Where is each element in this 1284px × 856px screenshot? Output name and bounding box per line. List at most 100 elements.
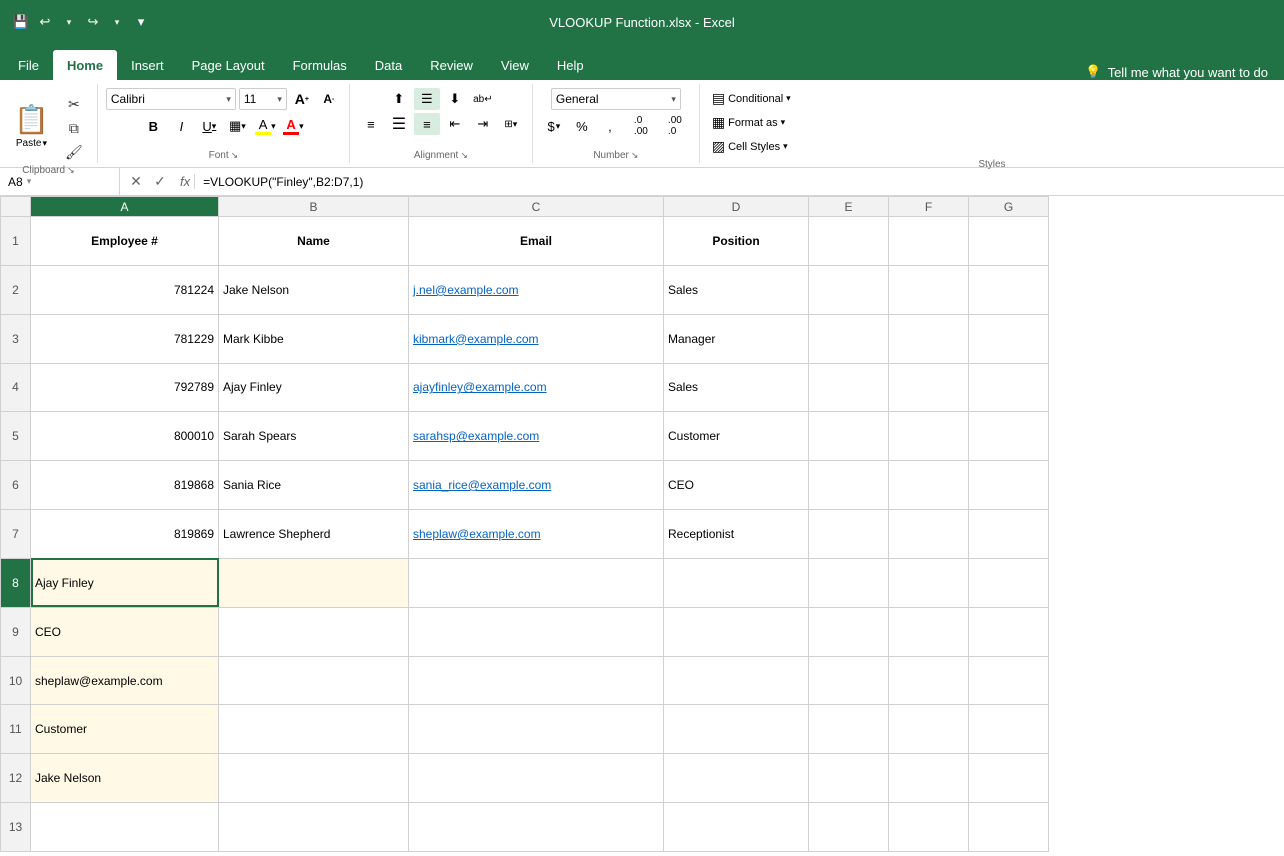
- italic-button[interactable]: I: [168, 115, 194, 137]
- cell-D5[interactable]: Customer: [664, 412, 809, 461]
- paste-button[interactable]: 📋 Paste▾: [8, 99, 55, 153]
- row-num-6[interactable]: 6: [1, 461, 31, 510]
- cell-C3[interactable]: kibmark@example.com: [409, 314, 664, 363]
- font-color-button[interactable]: A ▾: [280, 115, 306, 137]
- cell-B1[interactable]: Name: [219, 217, 409, 266]
- cell-C9[interactable]: [409, 607, 664, 656]
- cell-D8[interactable]: [664, 558, 809, 607]
- cell-D3[interactable]: Manager: [664, 314, 809, 363]
- cell-C11[interactable]: [409, 705, 664, 754]
- cell-E9[interactable]: [809, 607, 889, 656]
- decrease-font-button[interactable]: A-: [317, 88, 341, 110]
- align-top-button[interactable]: ⬆: [386, 88, 412, 110]
- cell-A4[interactable]: 792789: [31, 363, 219, 412]
- row-num-8[interactable]: 8: [1, 558, 31, 607]
- tab-view[interactable]: View: [487, 50, 543, 80]
- cell-E7[interactable]: [809, 510, 889, 559]
- col-header-F[interactable]: F: [889, 197, 969, 217]
- cell-F6[interactable]: [889, 461, 969, 510]
- cell-C8[interactable]: [409, 558, 664, 607]
- cell-D10[interactable]: [664, 656, 809, 705]
- save-icon[interactable]: 💾: [12, 13, 30, 31]
- cell-F7[interactable]: [889, 510, 969, 559]
- cell-A13[interactable]: [31, 803, 219, 852]
- cell-B6[interactable]: Sania Rice: [219, 461, 409, 510]
- cell-C13[interactable]: [409, 803, 664, 852]
- undo-icon[interactable]: ↩: [36, 13, 54, 31]
- align-left-button[interactable]: ≡: [358, 113, 384, 135]
- cell-G9[interactable]: [969, 607, 1049, 656]
- tab-formulas[interactable]: Formulas: [279, 50, 361, 80]
- cell-B8[interactable]: [219, 558, 409, 607]
- tab-review[interactable]: Review: [416, 50, 487, 80]
- font-size-select[interactable]: 11 ▾: [239, 88, 287, 110]
- cell-B11[interactable]: [219, 705, 409, 754]
- font-name-select[interactable]: Calibri ▾: [106, 88, 236, 110]
- row-num-2[interactable]: 2: [1, 265, 31, 314]
- cell-F10[interactable]: [889, 656, 969, 705]
- cell-D12[interactable]: [664, 754, 809, 803]
- row-num-10[interactable]: 10: [1, 656, 31, 705]
- merge-center-button[interactable]: ⊞▾: [498, 113, 524, 135]
- row-num-1[interactable]: 1: [1, 217, 31, 266]
- comma-button[interactable]: ,: [597, 115, 623, 137]
- indent-decrease-button[interactable]: ⇤: [442, 113, 468, 135]
- cell-F11[interactable]: [889, 705, 969, 754]
- cell-E2[interactable]: [809, 265, 889, 314]
- cell-F12[interactable]: [889, 754, 969, 803]
- cell-A7[interactable]: 819869: [31, 510, 219, 559]
- underline-button[interactable]: U▾: [196, 115, 222, 137]
- cell-E3[interactable]: [809, 314, 889, 363]
- cell-G1[interactable]: [969, 217, 1049, 266]
- col-header-C[interactable]: C: [409, 197, 664, 217]
- cell-B5[interactable]: Sarah Spears: [219, 412, 409, 461]
- row-num-4[interactable]: 4: [1, 363, 31, 412]
- cut-button[interactable]: ✂: [59, 94, 89, 115]
- indent-increase-button[interactable]: ⇥: [470, 113, 496, 135]
- cell-A9[interactable]: CEO: [31, 607, 219, 656]
- tab-home[interactable]: Home: [53, 50, 117, 80]
- cell-A6[interactable]: 819868: [31, 461, 219, 510]
- col-header-E[interactable]: E: [809, 197, 889, 217]
- cell-E1[interactable]: [809, 217, 889, 266]
- cell-B13[interactable]: [219, 803, 409, 852]
- cell-E13[interactable]: [809, 803, 889, 852]
- formula-input[interactable]: =VLOOKUP("Finley",B2:D7,1): [195, 175, 1284, 189]
- cell-E6[interactable]: [809, 461, 889, 510]
- cell-A2[interactable]: 781224: [31, 265, 219, 314]
- cell-B12[interactable]: [219, 754, 409, 803]
- redo-dropdown-icon[interactable]: ▾: [108, 13, 126, 31]
- help-search[interactable]: 💡 Tell me what you want to do: [1073, 64, 1280, 80]
- cell-B7[interactable]: Lawrence Shepherd: [219, 510, 409, 559]
- cell-G3[interactable]: [969, 314, 1049, 363]
- cell-C2[interactable]: j.nel@example.com: [409, 265, 664, 314]
- cell-E11[interactable]: [809, 705, 889, 754]
- cell-C1[interactable]: Email: [409, 217, 664, 266]
- row-num-5[interactable]: 5: [1, 412, 31, 461]
- cell-G4[interactable]: [969, 363, 1049, 412]
- cell-C12[interactable]: [409, 754, 664, 803]
- cell-C6[interactable]: sania_rice@example.com: [409, 461, 664, 510]
- cell-G5[interactable]: [969, 412, 1049, 461]
- cell-G12[interactable]: [969, 754, 1049, 803]
- cell-styles-button[interactable]: ▨ Cell Styles ▾: [708, 136, 792, 157]
- cell-G10[interactable]: [969, 656, 1049, 705]
- cell-D7[interactable]: Receptionist: [664, 510, 809, 559]
- cell-G13[interactable]: [969, 803, 1049, 852]
- cell-E8[interactable]: [809, 558, 889, 607]
- cell-D1[interactable]: Position: [664, 217, 809, 266]
- cell-D2[interactable]: Sales: [664, 265, 809, 314]
- number-format-select[interactable]: General ▾: [551, 88, 681, 110]
- cell-B4[interactable]: Ajay Finley: [219, 363, 409, 412]
- cell-A10[interactable]: sheplaw@example.com: [31, 656, 219, 705]
- cell-D9[interactable]: [664, 607, 809, 656]
- row-num-7[interactable]: 7: [1, 510, 31, 559]
- cell-C5[interactable]: sarahsp@example.com: [409, 412, 664, 461]
- cell-F9[interactable]: [889, 607, 969, 656]
- row-num-3[interactable]: 3: [1, 314, 31, 363]
- cell-F5[interactable]: [889, 412, 969, 461]
- bold-button[interactable]: B: [140, 115, 166, 137]
- cell-G8[interactable]: [969, 558, 1049, 607]
- clipboard-dialog-launcher[interactable]: ↘: [67, 165, 75, 176]
- quick-access-more-icon[interactable]: ▾: [132, 13, 150, 31]
